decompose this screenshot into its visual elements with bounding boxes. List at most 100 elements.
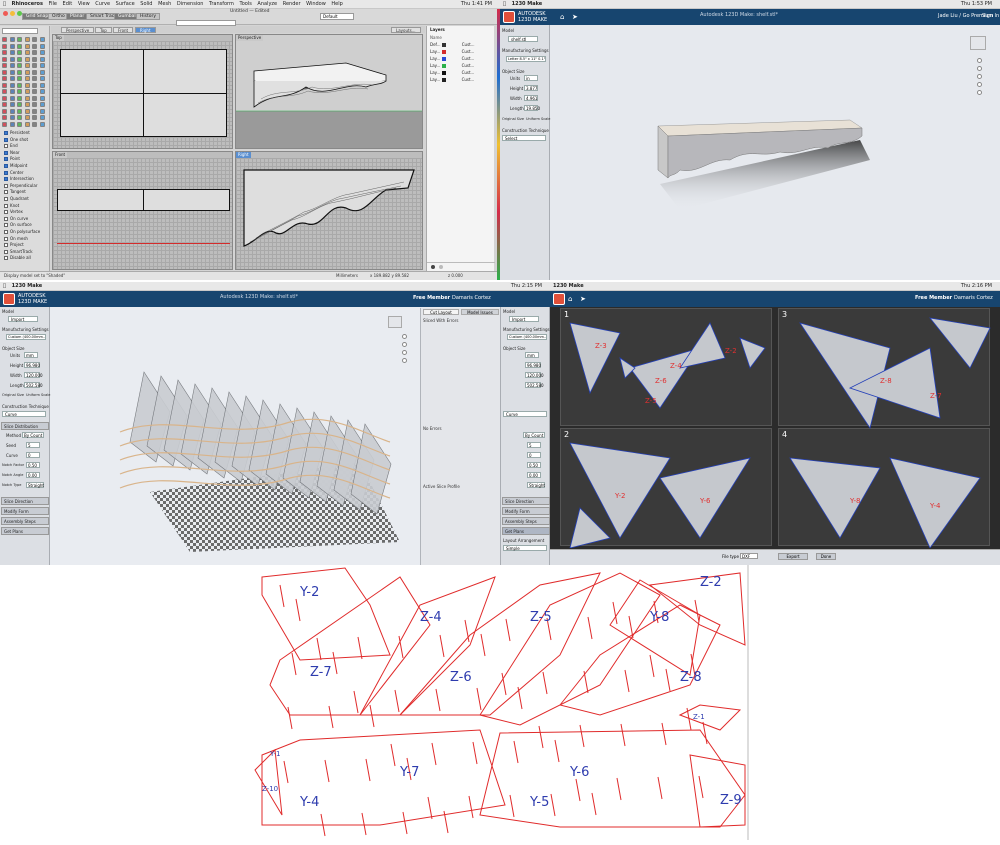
tab-perspective[interactable]: Perspective [61, 27, 95, 33]
technique-select[interactable]: Curve [503, 411, 547, 417]
tool-icon[interactable] [2, 50, 7, 55]
tab-top[interactable]: Top [95, 27, 112, 33]
tool-icon[interactable] [32, 82, 37, 88]
tool-icon[interactable] [2, 89, 7, 94]
tool-icon[interactable] [24, 102, 30, 107]
height-input[interactable]: 96.980 [525, 362, 541, 368]
tool-icon[interactable] [39, 63, 45, 68]
tab-right[interactable]: Right [135, 27, 156, 33]
layer-row[interactable]: Lay... Cust... [430, 63, 474, 68]
assembly-steps-button[interactable]: Assembly Steps [1, 517, 49, 525]
tool-icon[interactable] [24, 95, 30, 101]
tool-icon[interactable] [9, 50, 15, 55]
tool-icon[interactable] [39, 50, 45, 55]
tool-icon[interactable] [24, 37, 30, 42]
osnap-item[interactable]: Project [4, 242, 24, 248]
tab-planar[interactable]: Planar [66, 13, 89, 20]
tool-icon[interactable] [9, 82, 15, 88]
curve-input[interactable]: 0 [527, 452, 541, 458]
menu-solid[interactable]: Solid [140, 1, 152, 7]
tool-icon[interactable] [32, 89, 37, 94]
layer-color-swatch[interactable] [442, 43, 447, 47]
layer-row[interactable]: Def... Cust... [430, 42, 475, 47]
share-icon[interactable]: ➤ [580, 295, 586, 303]
pan-icon[interactable] [402, 342, 407, 347]
tool-icon[interactable] [32, 63, 37, 68]
menu-app[interactable]: 1230 Make [12, 283, 43, 289]
osnap-item[interactable]: Perpendicular [4, 183, 38, 188]
width-input[interactable]: 120.000 [24, 372, 43, 378]
osnap-item[interactable]: On mesh [4, 236, 28, 241]
fit-icon[interactable] [977, 82, 982, 87]
tool-icon[interactable] [17, 43, 22, 49]
tool-icon[interactable] [39, 76, 45, 81]
home-icon[interactable]: ⌂ [568, 295, 572, 303]
menu-mesh[interactable]: Mesh [158, 1, 171, 7]
assembly-steps-button[interactable]: Assembly Steps [502, 517, 550, 525]
tool-icon[interactable] [24, 82, 30, 88]
osnap-item[interactable]: Point [4, 156, 20, 162]
menu-view[interactable]: View [78, 1, 90, 7]
height-input[interactable]: 96.980 [24, 362, 40, 368]
method-select[interactable]: By Count [22, 432, 44, 438]
menu-help[interactable]: Help [331, 1, 342, 7]
tool-icon[interactable] [39, 102, 45, 107]
tool-icon[interactable] [39, 56, 45, 62]
tool-icon[interactable] [9, 108, 15, 114]
tool-icon[interactable] [24, 69, 30, 75]
import-button[interactable]: shelf.stl [508, 36, 538, 42]
fit-icon[interactable] [402, 358, 407, 363]
osnap-item[interactable]: Center [4, 170, 23, 175]
tool-icon[interactable] [39, 121, 45, 127]
osnap-item[interactable]: Disable all [4, 255, 31, 261]
cut-part[interactable] [789, 457, 881, 539]
page-dot-icon[interactable] [439, 265, 443, 269]
tool-icon[interactable] [2, 43, 7, 49]
tool-icon[interactable] [39, 108, 45, 114]
layer-color-swatch[interactable] [442, 71, 447, 75]
tab-cut-layout[interactable]: Cut Layout [423, 309, 459, 315]
get-plans-button[interactable]: Get Plans [502, 527, 550, 535]
tool-icon[interactable] [24, 108, 30, 114]
tool-icon[interactable] [39, 69, 45, 75]
tool-icon[interactable] [24, 43, 30, 49]
tool-icon[interactable] [24, 121, 30, 127]
technique-select[interactable]: Curve [2, 411, 46, 417]
menu-app[interactable]: Rhinoceros [12, 1, 43, 7]
tool-icon[interactable] [32, 37, 37, 42]
osnap-item[interactable]: SmartTrack [4, 249, 33, 254]
length-input[interactable]: 19.850 [524, 105, 540, 111]
curve-input[interactable]: 0 [26, 452, 40, 458]
user-link[interactable]: Damaris Cortez [954, 295, 993, 301]
tool-icon[interactable] [9, 102, 15, 107]
menu-window[interactable]: Window [306, 1, 326, 7]
tool-icon[interactable] [32, 121, 37, 127]
uniform-scale-checkbox[interactable]: Uniform Scale [26, 393, 50, 397]
layer-color-swatch[interactable] [442, 57, 447, 61]
import-button[interactable]: Import [8, 316, 38, 322]
osnap-item[interactable]: Persistent [4, 130, 30, 135]
tool-icon[interactable] [9, 89, 15, 94]
command-search-input[interactable] [2, 28, 38, 34]
tool-icon[interactable] [17, 63, 22, 68]
units-select[interactable]: mm [525, 352, 539, 358]
tool-icon[interactable] [9, 95, 15, 101]
signin-link[interactable]: Sign In [982, 13, 999, 19]
viewport-perspective[interactable]: Perspective [235, 34, 423, 149]
tool-icon[interactable] [32, 76, 37, 81]
osnap-item[interactable]: Vertex [4, 209, 23, 215]
tool-icon[interactable] [9, 43, 15, 49]
cut-part[interactable] [929, 317, 991, 369]
units-select[interactable]: in [524, 75, 538, 81]
tool-icon[interactable] [17, 82, 22, 88]
notch-angle-input[interactable]: 0.00 [26, 472, 40, 478]
modify-form-button[interactable]: Modify Form [502, 507, 550, 515]
notch-type-select[interactable]: Straight [527, 482, 545, 488]
menu-analyze[interactable]: Analyze [257, 1, 277, 7]
tool-icon[interactable] [9, 63, 15, 68]
tool-icon[interactable] [32, 43, 37, 49]
cut-part[interactable] [739, 337, 766, 369]
tool-icon[interactable] [39, 43, 45, 49]
tool-icon[interactable] [32, 102, 37, 107]
technique-select[interactable]: Select [502, 135, 546, 141]
